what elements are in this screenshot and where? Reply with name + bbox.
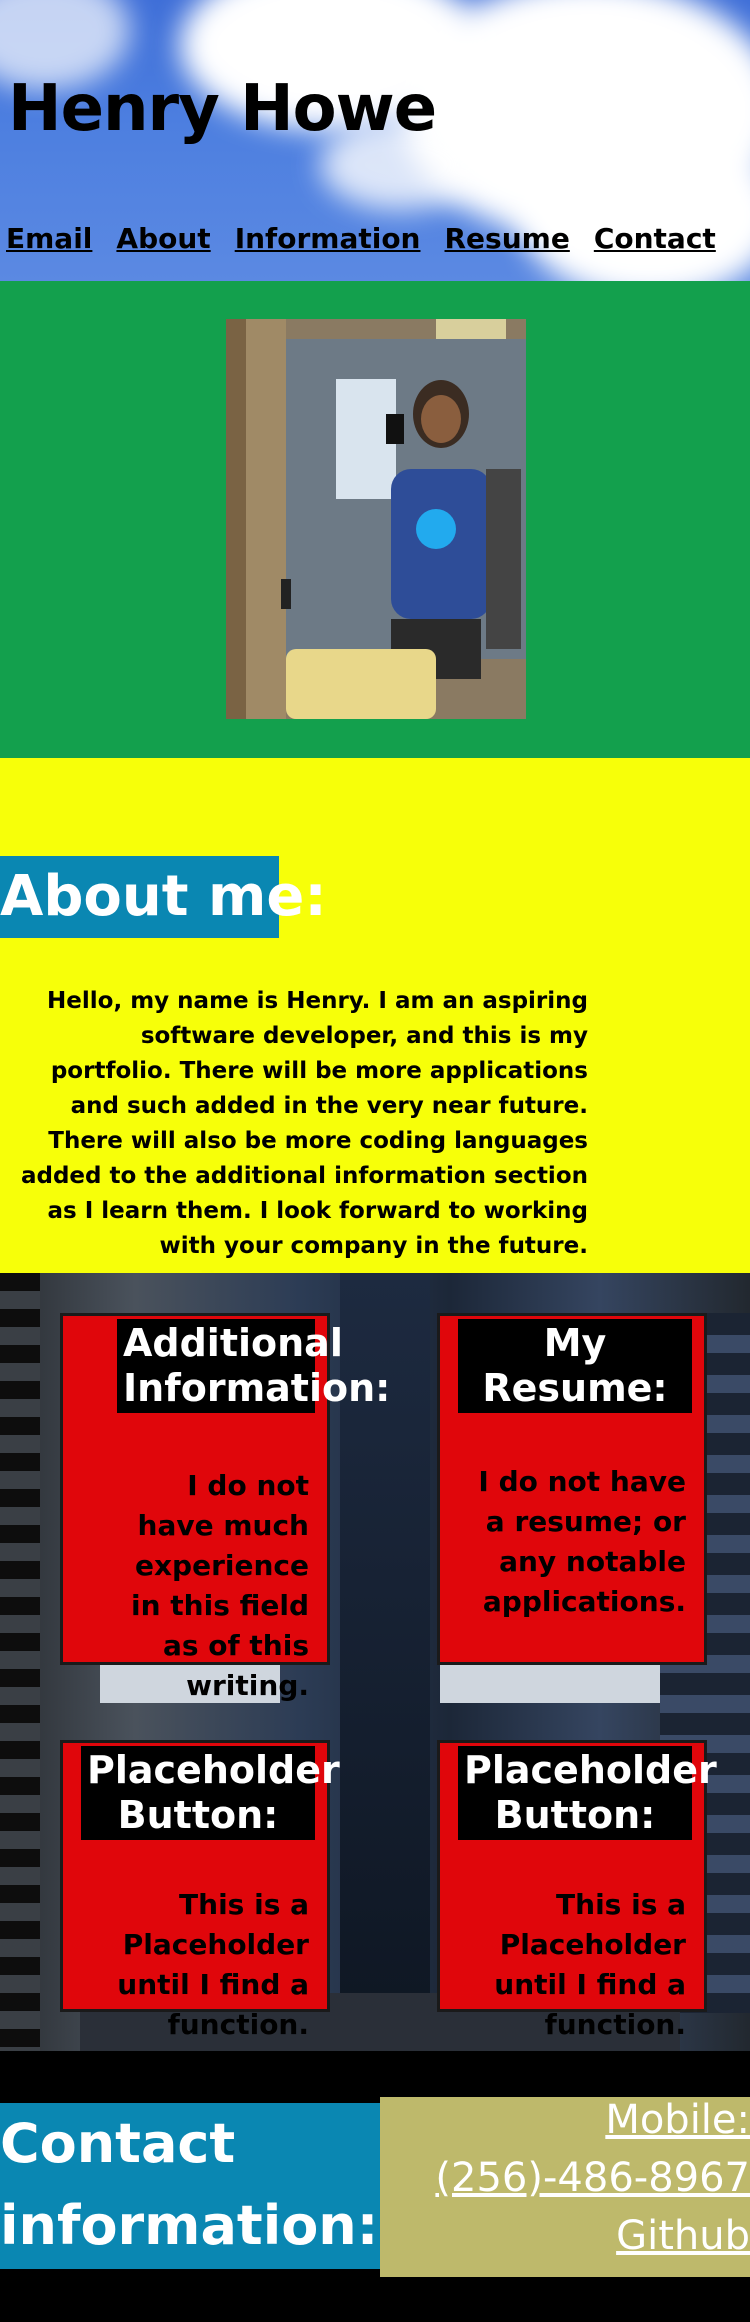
github-link[interactable]: Github: [616, 2213, 750, 2259]
card-title: My Resume:: [458, 1319, 692, 1413]
card-text: I do not have a resume; or any notable a…: [478, 1465, 686, 1618]
server-rack-decoration: [0, 1273, 40, 2051]
about-heading: About me:: [0, 856, 327, 939]
card-title: Additional Information:: [117, 1319, 390, 1413]
nav-resume-link[interactable]: Resume: [445, 222, 570, 255]
contact-section: Contact information: Mobile: (256)-486-8…: [0, 2051, 750, 2322]
mobile-label-link[interactable]: Mobile:: [605, 2097, 750, 2143]
about-section: About me: Hello, my name is Henry. I am …: [0, 758, 750, 1273]
placeholder-button-card[interactable]: Placeholder Button: This is a Placeholde…: [437, 1740, 717, 2041]
profile-photo: [226, 319, 526, 719]
card-text: I do not have much experience in this fi…: [131, 1469, 309, 1702]
card-text: This is a Placeholder until I find a fun…: [494, 1888, 686, 2041]
phone-link[interactable]: (256)-486-8967: [435, 2155, 750, 2201]
photo-section: [0, 281, 750, 758]
nav-about-link[interactable]: About: [116, 222, 210, 255]
card-text: This is a Placeholder until I find a fun…: [117, 1888, 309, 2041]
card-title: Placeholder Button:: [81, 1746, 340, 1840]
nav-contact-link[interactable]: Contact: [594, 222, 716, 255]
nav-information-link[interactable]: Information: [235, 222, 421, 255]
contact-details: Mobile: (256)-486-8967 Github: [380, 2097, 750, 2277]
nav-email-link[interactable]: Email: [6, 222, 92, 255]
site-title: Henry Howe: [8, 72, 437, 146]
main-nav: Email About Information Resume Contact: [6, 222, 716, 255]
profile-photo-illustration: [226, 319, 526, 719]
header: Henry Howe Email About Information Resum…: [0, 0, 750, 281]
contact-heading: Contact information:: [0, 2103, 380, 2269]
card-title: Placeholder Button:: [458, 1746, 717, 1840]
placeholder-button-card[interactable]: Placeholder Button: This is a Placeholde…: [60, 1740, 340, 2041]
info-cards-section: Additional Information: I do not have mu…: [0, 1273, 750, 2051]
my-resume-card[interactable]: My Resume: I do not have a resume; or an…: [437, 1313, 707, 1665]
server-rack-decoration: [440, 1663, 660, 1703]
additional-information-card[interactable]: Additional Information: I do not have mu…: [60, 1313, 390, 1702]
about-text: Hello, my name is Henry. I am an aspirin…: [20, 988, 588, 1259]
